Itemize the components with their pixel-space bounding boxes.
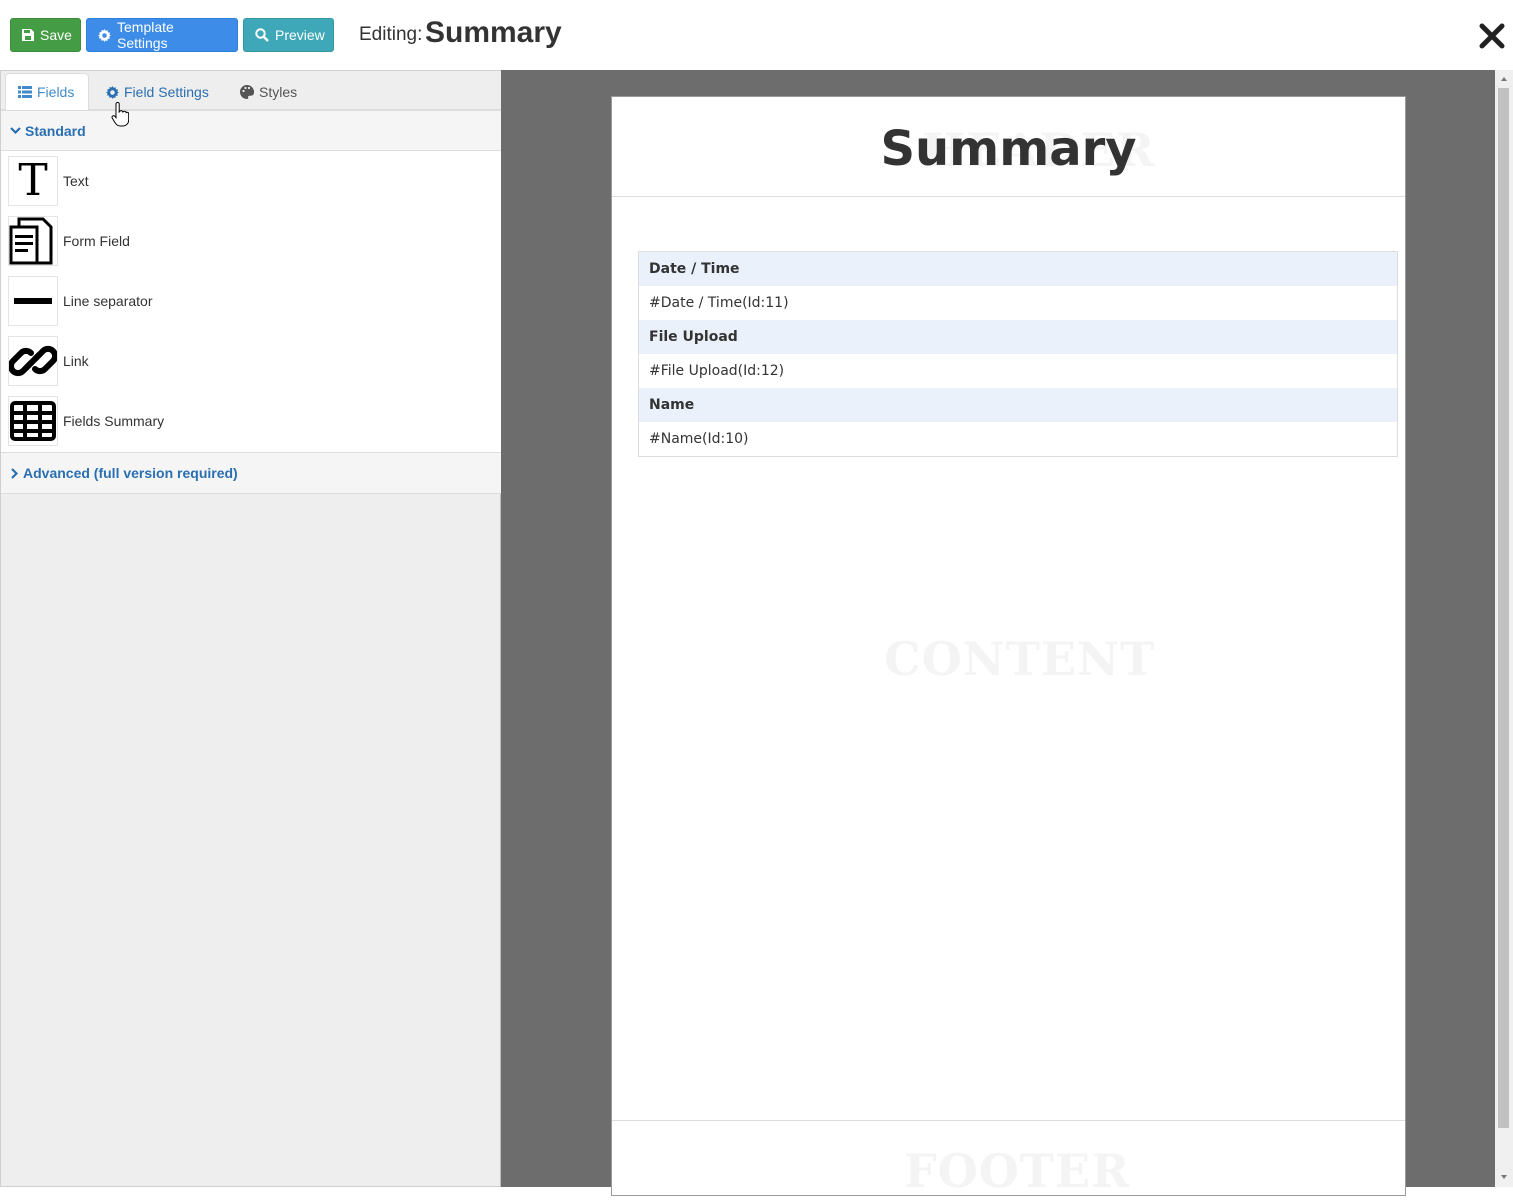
save-button[interactable]: Save [10, 18, 81, 52]
field-item-label: Fields Summary [63, 413, 165, 429]
field-item-link[interactable]: Link [1, 331, 501, 391]
summary-row-value: #File Upload(Id:12) [639, 354, 1397, 388]
standard-section-header[interactable]: Standard [1, 110, 501, 151]
form-field-icon [8, 216, 58, 266]
top-toolbar: Save Template Settings Preview Editing: … [0, 0, 1513, 70]
chevron-down-icon [10, 127, 21, 135]
scroll-down-arrow-icon[interactable] [1499, 1172, 1509, 1182]
gear-icon [98, 28, 111, 42]
palette-icon [240, 85, 254, 99]
tab-fields-label: Fields [37, 84, 75, 100]
link-chain-icon [8, 336, 58, 386]
advanced-section-header[interactable]: Advanced (full version required) [1, 452, 501, 494]
tab-field-settings-label: Field Settings [124, 84, 209, 100]
page-title[interactable]: Summary [612, 121, 1405, 177]
line-separator-icon [8, 276, 58, 326]
field-item-label: Link [63, 353, 89, 369]
list-icon [18, 86, 32, 98]
canvas-area: HEADER Summary CONTENT Date / Time #Date… [501, 70, 1495, 1198]
advanced-section-label: Advanced (full version required) [23, 465, 238, 481]
search-icon [255, 28, 269, 42]
summary-row-value: #Date / Time(Id:11) [639, 286, 1397, 320]
field-item-label: Line separator [63, 293, 153, 309]
template-page: HEADER Summary CONTENT Date / Time #Date… [611, 96, 1406, 1198]
left-panel: Fields Field Settings Styles Standard T … [0, 70, 501, 1187]
text-T-icon: T [8, 156, 58, 206]
page-header-region[interactable]: HEADER Summary [612, 97, 1405, 197]
field-item-form-field[interactable]: Form Field [1, 211, 501, 271]
gear-icon [106, 85, 119, 99]
editing-title: Summary [425, 16, 562, 49]
fields-summary-table[interactable]: Date / Time #Date / Time(Id:11) File Upl… [638, 251, 1398, 457]
close-icon[interactable] [1478, 22, 1506, 50]
preview-label: Preview [275, 27, 325, 43]
scrollbar-thumb[interactable] [1498, 88, 1509, 1128]
summary-row-label: Date / Time [639, 252, 1397, 286]
chevron-right-icon [11, 467, 19, 479]
save-button-label: Save [40, 27, 72, 43]
scroll-up-arrow-icon[interactable] [1499, 74, 1509, 84]
floppy-disk-icon [22, 29, 34, 41]
page-footer-region[interactable]: FOOTER [612, 1120, 1405, 1200]
summary-row-label: File Upload [639, 320, 1397, 354]
field-item-fields-summary[interactable]: Fields Summary [1, 391, 501, 451]
tab-styles-label: Styles [259, 84, 298, 100]
tab-styles[interactable]: Styles [228, 73, 309, 111]
panel-tabs: Fields Field Settings Styles [1, 71, 501, 111]
editing-label: Editing: [359, 24, 423, 45]
preview-button[interactable]: Preview [243, 18, 334, 52]
tab-field-settings[interactable]: Field Settings [94, 73, 221, 111]
field-item-line-separator[interactable]: Line separator [1, 271, 501, 331]
field-item-label: Form Field [63, 233, 130, 249]
footer-watermark: FOOTER [904, 1144, 1131, 1198]
tab-fields[interactable]: Fields [5, 73, 89, 111]
field-item-text[interactable]: T Text [1, 151, 501, 211]
content-watermark: CONTENT [884, 632, 1156, 686]
template-settings-label: Template Settings [117, 19, 174, 51]
summary-row-value: #Name(Id:10) [639, 422, 1397, 456]
table-grid-icon [8, 396, 58, 446]
vertical-scrollbar[interactable] [1495, 70, 1513, 1187]
standard-section-label: Standard [25, 122, 86, 139]
template-settings-button[interactable]: Template Settings [86, 18, 238, 52]
summary-row-label: Name [639, 388, 1397, 422]
standard-field-list: T Text Form Field Line separator Link Fi… [1, 151, 501, 452]
field-item-label: Text [63, 173, 89, 189]
